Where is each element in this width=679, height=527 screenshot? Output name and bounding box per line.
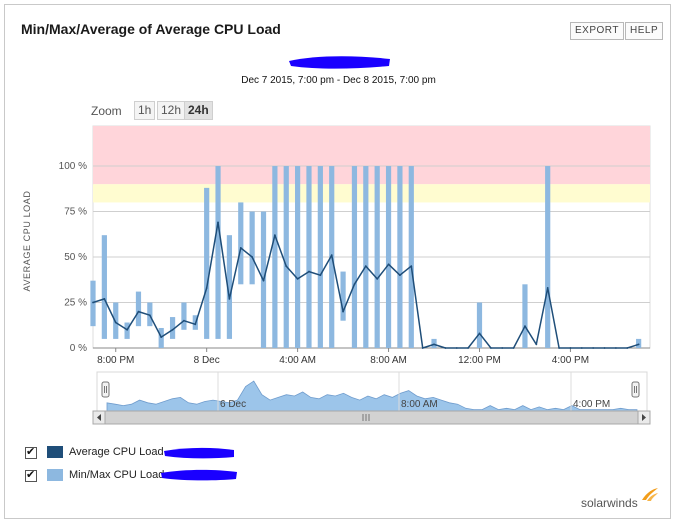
legend-minmax-swatch: [47, 469, 63, 481]
legend-minmax-label: Min/Max CPU Load: [69, 469, 165, 481]
navigator-left-handle[interactable]: [101, 381, 110, 398]
time-navigator[interactable]: 6 Dec 8:00 AM 4:00 PM: [5, 5, 672, 435]
legend-average-label: Average CPU Load: [69, 446, 164, 458]
legend-average-checkbox[interactable]: ✔: [25, 446, 37, 459]
navigator-tick-label: 8:00 AM: [401, 399, 438, 410]
navigator-scrollbar[interactable]: [92, 410, 651, 425]
chart-panel: Min/Max/Average of Average CPU Load EXPO…: [4, 4, 671, 519]
solarwinds-logo-icon: [642, 488, 658, 501]
redaction-mark-legend-1: [164, 447, 234, 459]
legend-average-swatch: [47, 446, 63, 458]
scrollbar-thumb: [104, 410, 639, 425]
legend-minmax-checkbox[interactable]: ✔: [25, 469, 37, 482]
redaction-mark-legend-2: [161, 469, 237, 481]
navigator-right-handle[interactable]: [631, 381, 640, 398]
solarwinds-logo-text: solarwinds: [581, 496, 638, 510]
navigator-tick-label: 6 Dec: [220, 399, 246, 410]
navigator-tick-label: 4:00 PM: [573, 399, 610, 410]
